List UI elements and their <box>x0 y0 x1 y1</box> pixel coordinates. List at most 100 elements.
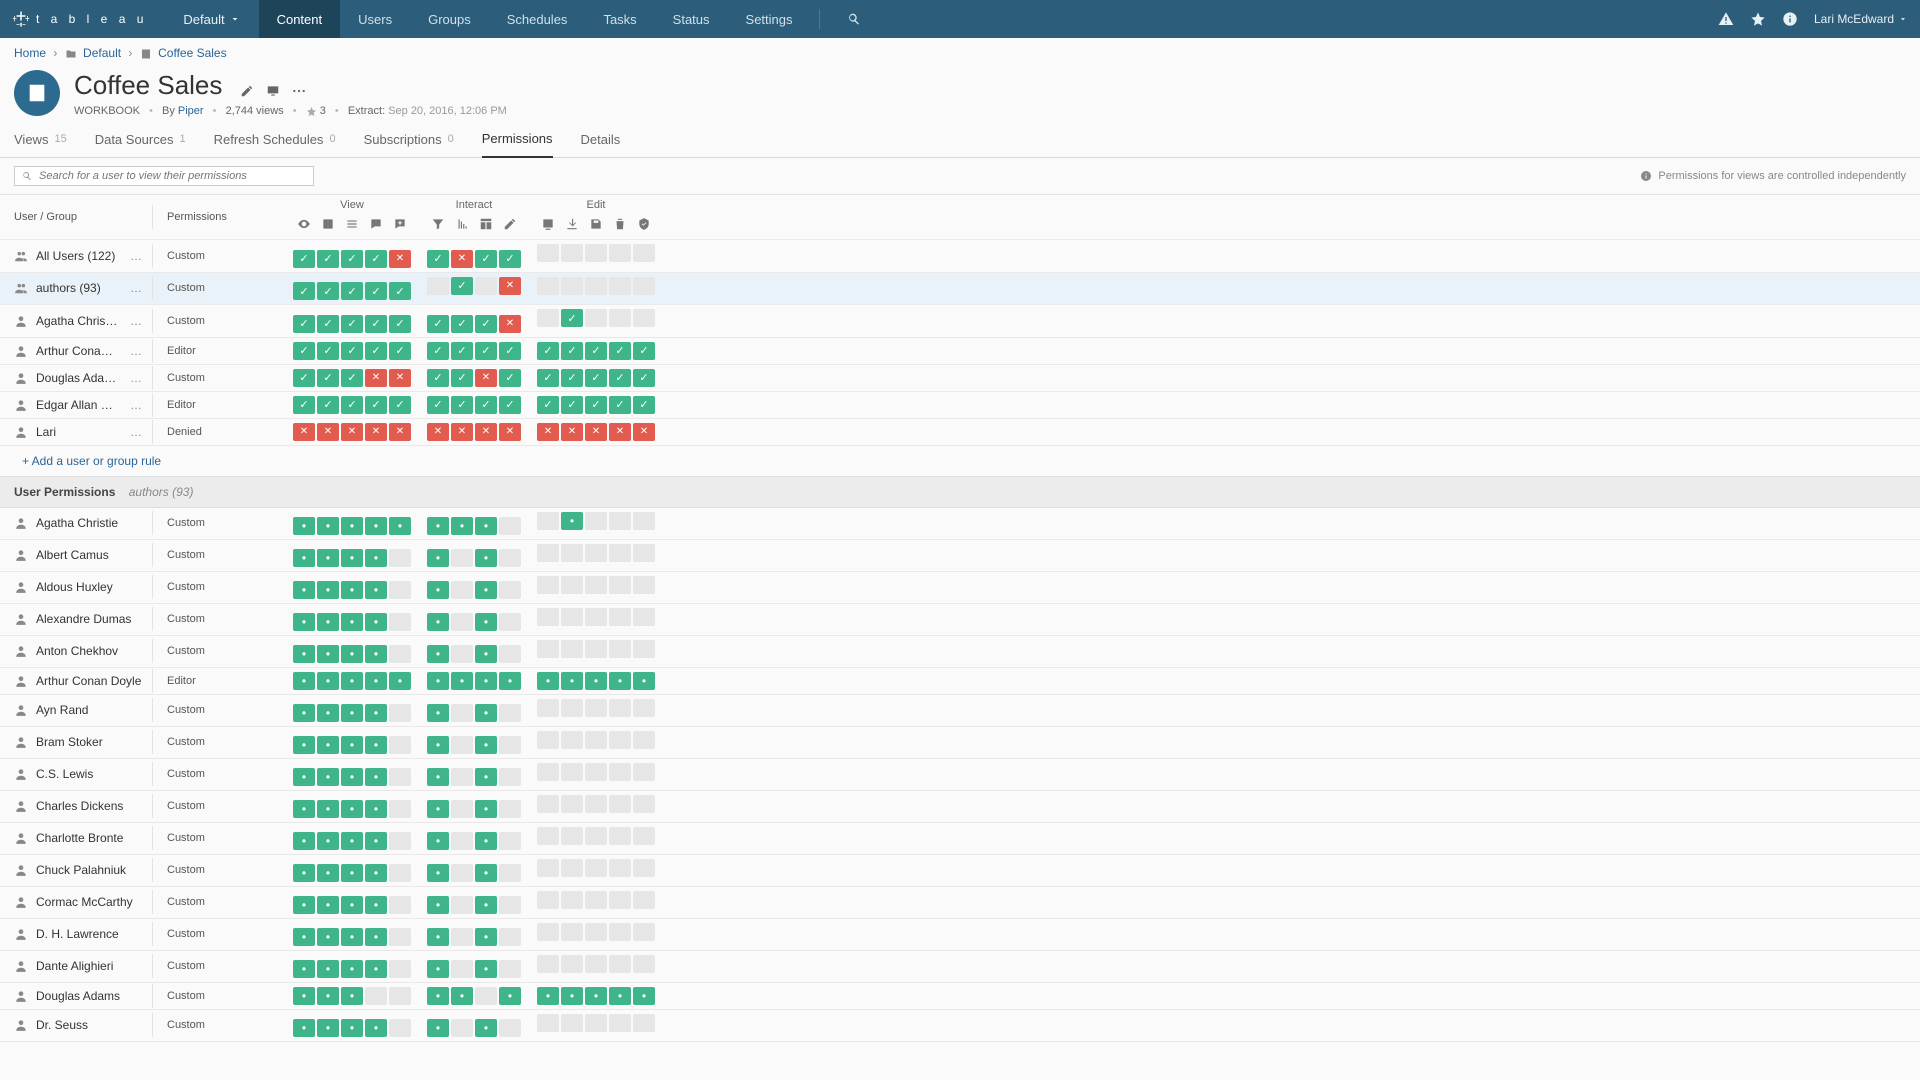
rule-template[interactable]: Editor <box>152 339 292 363</box>
rule-row[interactable]: Edgar Allan Poe…Editor <box>0 392 1920 419</box>
perm-cell[interactable] <box>427 987 449 1005</box>
perm-cell[interactable] <box>365 800 387 818</box>
perm-cell[interactable] <box>365 864 387 882</box>
perm-cell[interactable] <box>389 581 411 599</box>
perm-cell[interactable] <box>475 277 497 295</box>
perm-cell[interactable] <box>293 645 315 663</box>
perm-cell[interactable] <box>609 827 631 845</box>
perm-cell[interactable] <box>389 250 411 268</box>
perm-cell[interactable] <box>609 369 631 387</box>
rule-template[interactable]: Custom <box>152 276 292 300</box>
favorites-icon[interactable] <box>1750 11 1766 27</box>
perm-cell[interactable] <box>341 396 363 414</box>
perm-cell[interactable] <box>561 277 583 295</box>
perm-cell[interactable] <box>499 613 521 631</box>
perm-cell[interactable] <box>451 277 473 295</box>
perm-cell[interactable] <box>585 987 607 1005</box>
perm-cell[interactable] <box>585 827 607 845</box>
row-actions-icon[interactable]: … <box>126 371 146 385</box>
row-actions-icon[interactable]: … <box>126 281 146 295</box>
perm-cell[interactable] <box>633 608 655 626</box>
perm-cell[interactable] <box>317 315 339 333</box>
perm-cell[interactable] <box>293 342 315 360</box>
perm-cell[interactable] <box>537 396 559 414</box>
perm-cell[interactable] <box>609 309 631 327</box>
perm-cell[interactable] <box>561 827 583 845</box>
perm-cell[interactable] <box>341 1019 363 1037</box>
rule-row[interactable]: Douglas Adams…Custom <box>0 365 1920 392</box>
perm-cell[interactable] <box>341 645 363 663</box>
perm-cell[interactable] <box>341 960 363 978</box>
user-row[interactable]: Albert CamusCustom <box>0 540 1920 572</box>
perm-cell[interactable] <box>293 987 315 1005</box>
perm-cell[interactable] <box>537 277 559 295</box>
perm-cell[interactable] <box>561 987 583 1005</box>
perm-cell[interactable] <box>341 832 363 850</box>
perm-cell[interactable] <box>341 315 363 333</box>
rule-template[interactable]: Custom <box>152 309 292 333</box>
perm-cell[interactable] <box>427 423 449 441</box>
perm-cell[interactable] <box>427 396 449 414</box>
user-row[interactable]: Ayn RandCustom <box>0 695 1920 727</box>
perm-cell[interactable] <box>475 864 497 882</box>
perm-cell[interactable] <box>499 960 521 978</box>
perm-cell[interactable] <box>365 369 387 387</box>
perm-cell[interactable] <box>475 645 497 663</box>
perm-cell[interactable] <box>427 549 449 567</box>
perm-cell[interactable] <box>341 517 363 535</box>
perm-cell[interactable] <box>585 795 607 813</box>
perm-cell[interactable] <box>633 795 655 813</box>
perm-cell[interactable] <box>537 544 559 562</box>
perm-cell[interactable] <box>633 309 655 327</box>
perm-cell[interactable] <box>341 987 363 1005</box>
perm-cell[interactable] <box>427 581 449 599</box>
tableau-logo[interactable]: t a b l e a u <box>12 10 165 28</box>
perm-cell[interactable] <box>633 672 655 690</box>
perm-cell[interactable] <box>609 576 631 594</box>
perm-cell[interactable] <box>293 960 315 978</box>
perm-cell[interactable] <box>475 315 497 333</box>
rule-row[interactable]: Agatha Christie…Custom <box>0 305 1920 338</box>
user-row[interactable]: Arthur Conan DoyleEditor <box>0 668 1920 695</box>
perm-cell[interactable] <box>341 549 363 567</box>
perm-cell[interactable] <box>293 896 315 914</box>
perm-cell[interactable] <box>451 928 473 946</box>
perm-cell[interactable] <box>293 369 315 387</box>
perm-cell[interactable] <box>499 704 521 722</box>
perm-cell[interactable] <box>585 731 607 749</box>
perm-cell[interactable] <box>451 250 473 268</box>
nav-users[interactable]: Users <box>340 0 410 38</box>
perm-cell[interactable] <box>537 795 559 813</box>
perm-cell[interactable] <box>293 423 315 441</box>
perm-cell[interactable] <box>499 1019 521 1037</box>
perm-cell[interactable] <box>317 1019 339 1037</box>
perm-cell[interactable] <box>633 277 655 295</box>
perm-cell[interactable] <box>499 800 521 818</box>
crumb-home[interactable]: Home <box>14 46 46 60</box>
perm-cell[interactable] <box>633 859 655 877</box>
user-row[interactable]: Bram StokerCustom <box>0 727 1920 759</box>
perm-cell[interactable] <box>585 342 607 360</box>
perm-cell[interactable] <box>317 645 339 663</box>
perm-cell[interactable] <box>427 1019 449 1037</box>
perm-cell[interactable] <box>341 704 363 722</box>
user-row[interactable]: Aldous HuxleyCustom <box>0 572 1920 604</box>
perm-cell[interactable] <box>609 923 631 941</box>
perm-cell[interactable] <box>475 549 497 567</box>
perm-cell[interactable] <box>293 581 315 599</box>
perm-cell[interactable] <box>561 369 583 387</box>
perm-cell[interactable] <box>499 645 521 663</box>
perm-cell[interactable] <box>341 342 363 360</box>
tab-refresh-schedules[interactable]: Refresh Schedules0 <box>214 131 336 157</box>
perm-cell[interactable] <box>499 581 521 599</box>
perm-cell[interactable] <box>585 640 607 658</box>
perm-cell[interactable] <box>609 512 631 530</box>
user-row[interactable]: C.S. LewisCustom <box>0 759 1920 791</box>
perm-cell[interactable] <box>389 549 411 567</box>
perm-cell[interactable] <box>499 928 521 946</box>
perm-cell[interactable] <box>561 342 583 360</box>
row-actions-icon[interactable]: … <box>126 249 146 263</box>
perm-cell[interactable] <box>427 832 449 850</box>
perm-cell[interactable] <box>585 672 607 690</box>
perm-cell[interactable] <box>389 704 411 722</box>
